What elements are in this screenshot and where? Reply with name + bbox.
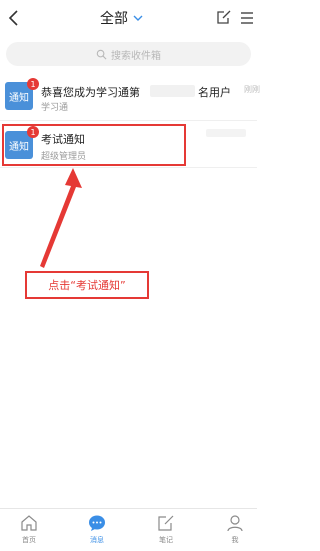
compose-icon bbox=[217, 10, 231, 24]
top-bar: 全部 bbox=[0, 0, 257, 36]
pointer-arrow-icon bbox=[40, 168, 82, 268]
message-title-end: 名用户 bbox=[198, 86, 231, 99]
compose-button[interactable] bbox=[216, 9, 232, 25]
page-title: 全部 bbox=[100, 11, 128, 27]
message-time: 刚刚 bbox=[244, 85, 260, 94]
tab-me[interactable]: 我 bbox=[215, 514, 255, 545]
menu-icon bbox=[241, 12, 253, 24]
tab-label: 笔记 bbox=[159, 536, 173, 544]
search-input[interactable]: 搜索收件箱 bbox=[6, 42, 251, 66]
message-icon bbox=[89, 515, 105, 531]
message-title: 恭喜您成为学习通第 bbox=[41, 86, 140, 99]
instruction-callout: 点击“考试通知” bbox=[25, 271, 149, 299]
chevron-down-icon bbox=[133, 15, 143, 21]
bottom-tab-bar: 首页 消息 笔记 我 bbox=[0, 508, 257, 551]
profile-icon bbox=[227, 515, 243, 532]
note-icon bbox=[158, 515, 174, 531]
redacted-block bbox=[150, 85, 195, 97]
chevron-left-icon bbox=[8, 10, 18, 26]
message-item[interactable]: 通知 1 恭喜您成为学习通第 名用户 刚刚 学习通 bbox=[0, 76, 260, 126]
tab-label: 消息 bbox=[90, 536, 104, 544]
tab-label: 首页 bbox=[22, 536, 36, 544]
message-sender: 学习通 bbox=[41, 103, 69, 113]
menu-button[interactable] bbox=[240, 10, 254, 24]
search-icon bbox=[96, 49, 107, 59]
back-button[interactable] bbox=[6, 8, 22, 28]
folder-selector[interactable]: 全部 bbox=[100, 8, 144, 28]
tab-home[interactable]: 首页 bbox=[9, 514, 49, 545]
home-icon bbox=[21, 515, 37, 531]
redacted-time bbox=[206, 129, 246, 137]
tab-messages[interactable]: 消息 bbox=[77, 514, 117, 545]
tab-notes[interactable]: 笔记 bbox=[146, 514, 186, 545]
search-placeholder: 搜索收件箱 bbox=[111, 50, 161, 62]
unread-badge: 1 bbox=[27, 78, 39, 90]
tab-label: 我 bbox=[231, 536, 239, 544]
